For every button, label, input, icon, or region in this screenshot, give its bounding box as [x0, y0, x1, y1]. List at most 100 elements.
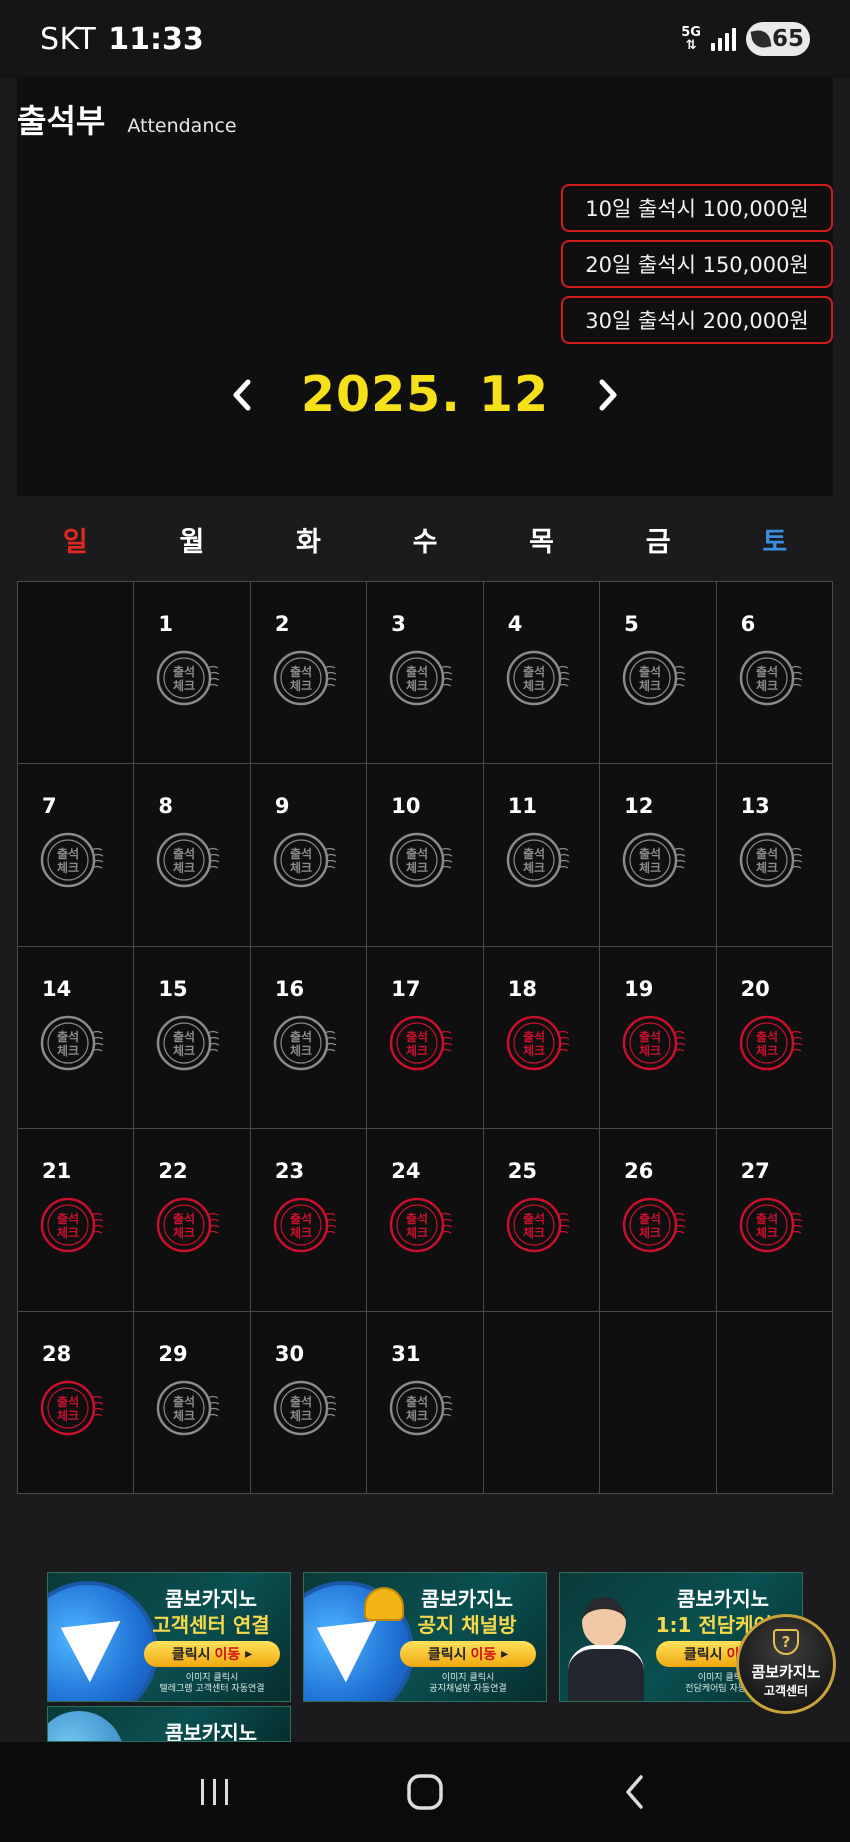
svg-text:출석: 출석: [173, 1029, 195, 1044]
day-number: 26: [624, 1159, 654, 1184]
calendar-day-5: 5 출석 체크: [600, 582, 717, 765]
current-month: 2025. 12: [300, 366, 550, 423]
prev-month-button[interactable]: [225, 378, 259, 412]
svg-text:출석: 출석: [57, 1394, 79, 1409]
calendar-day-27: 27 출석 체크: [716, 1129, 833, 1312]
calendar-day-18: 18 출석 체크: [483, 946, 601, 1130]
calendar-empty-cell: [600, 1311, 717, 1494]
svg-text:출석: 출석: [173, 1211, 195, 1226]
svg-text:출석: 출석: [406, 846, 428, 861]
banner-note: 이미지 클릭시 공지채널방 자동연결: [429, 1673, 507, 1694]
shield-icon: ?: [773, 1629, 799, 1655]
day-number: 10: [391, 794, 421, 819]
banner-row: 콤보카지노 고객센터 연결 클릭시 이동 ▸ 이미지 클릭시 텔레그램 고객센터 자…: [47, 1572, 803, 1702]
banner-click-button[interactable]: 클릭시이동 ▸: [400, 1641, 536, 1667]
svg-text:체크: 체크: [523, 678, 545, 693]
chevron-right-icon: [599, 379, 617, 410]
day-number: 20: [740, 976, 770, 1001]
svg-text:체크: 체크: [173, 1408, 195, 1423]
svg-text:체크: 체크: [406, 678, 428, 693]
cs-badge-brand: 콤보카지노: [751, 1663, 821, 1681]
recent-apps-button[interactable]: [185, 1762, 245, 1822]
svg-text:체크: 체크: [406, 860, 428, 875]
battery-icon: 65: [745, 22, 810, 56]
customer-center-floating-button[interactable]: ? 콤보카지노 고객센터: [736, 1614, 836, 1714]
day-number: 3: [391, 612, 406, 636]
banner-partial[interactable]: 콤보카지노: [47, 1706, 291, 1742]
svg-text:출석: 출석: [173, 1394, 195, 1409]
svg-text:출석: 출석: [290, 1029, 312, 1044]
calendar-day-28: 28 출석 체크: [18, 1311, 135, 1494]
reward-10-days: 10일 출석시 100,000원: [561, 184, 833, 232]
svg-text:출석: 출석: [406, 664, 428, 679]
weekday-fri: 금: [645, 526, 671, 558]
svg-text:체크: 체크: [406, 1408, 428, 1423]
attendance-stamp-icon: 출석체크: [157, 1015, 220, 1071]
banner-notice-channel[interactable]: 콤보카지노 공지 채널방 클릭시 이동 ▸ 이미지 클릭시 공지채널방 자동연결: [303, 1572, 547, 1702]
day-number: 18: [507, 976, 537, 1001]
svg-text:체크: 체크: [523, 1225, 545, 1240]
chevron-left-icon: [233, 379, 251, 410]
attendance-stamp-checked-icon: 출석체크: [40, 1380, 104, 1435]
status-icons: 5G ⇅ 65: [681, 22, 810, 56]
home-button[interactable]: [395, 1762, 455, 1822]
svg-text:출석: 출석: [523, 1029, 545, 1044]
calendar-day-1: 1 출석 체크: [134, 582, 251, 765]
day-number: 14: [42, 976, 72, 1001]
day-number: 27: [740, 1159, 770, 1184]
banner-title: 콤보카지노: [165, 1587, 257, 1611]
calendar-day-22: 22 출석 체크: [134, 1129, 251, 1312]
attendance-stamp-checked-icon: 출석체크: [390, 1015, 453, 1071]
banner-customer-center[interactable]: 콤보카지노 고객센터 연결 클릭시 이동 ▸ 이미지 클릭시 텔레그램 고객센터 자…: [47, 1572, 291, 1702]
svg-text:체크: 체크: [57, 1408, 79, 1423]
clock: 11:33: [108, 21, 204, 57]
attendance-stamp-icon: 출석체크: [390, 833, 453, 888]
attendance-stamp-icon: 출석체크: [506, 833, 570, 888]
attendance-stamp-checked-icon: 출석체크: [506, 1015, 570, 1071]
network-5g-icon: 5G ⇅: [681, 25, 701, 53]
svg-text:출석: 출석: [639, 1029, 661, 1044]
banner-click-button[interactable]: 클릭시이동 ▸: [144, 1641, 280, 1667]
day-number: 23: [274, 1159, 305, 1184]
reward-30-days: 30일 출석시 200,000원: [561, 296, 833, 344]
svg-text:출석: 출석: [523, 664, 545, 679]
day-number: 12: [624, 794, 654, 819]
banner-area: 콤보카지노 고객센터 연결 클릭시 이동 ▸ 이미지 클릭시 텔레그램 고객센터 자…: [17, 1522, 833, 1742]
weekday-sat: 토: [762, 526, 788, 558]
svg-text:체크: 체크: [523, 860, 545, 875]
calendar-day-23: 23 출석 체크: [250, 1129, 368, 1312]
back-button[interactable]: [605, 1762, 665, 1822]
svg-text:체크: 체크: [290, 1043, 312, 1058]
day-number: 29: [158, 1341, 188, 1366]
calendar-day-7: 7 출석 체크: [18, 764, 135, 947]
day-number: 5: [624, 612, 639, 636]
svg-text:체크: 체크: [639, 860, 661, 875]
calendar-day-20: 20 출석 체크: [716, 946, 833, 1130]
day-number: 7: [42, 794, 57, 819]
weekday-mon: 월: [179, 526, 205, 558]
attendance-stamp-checked-icon: 출석체크: [739, 1197, 802, 1253]
day-number: 19: [624, 976, 654, 1001]
calendar-day-11: 11 출석 체크: [483, 764, 601, 947]
calendar-day-26: 26 출석 체크: [600, 1129, 717, 1312]
attendance-stamp-icon: 출석체크: [40, 1015, 104, 1071]
attendance-stamp-icon: 출석체크: [390, 1380, 453, 1435]
calendar-day-30: 30 출석 체크: [250, 1311, 368, 1494]
svg-text:체크: 체크: [173, 860, 195, 875]
svg-text:체크: 체크: [406, 1043, 428, 1058]
day-number: 28: [42, 1341, 72, 1366]
weekday-header: 일 월 화 수 목 금 토: [17, 497, 833, 581]
day-number: 17: [391, 976, 421, 1001]
next-month-button[interactable]: [591, 378, 625, 412]
calendar-day-25: 25 출석 체크: [483, 1129, 601, 1312]
attendance-stamp-icon: 출석체크: [40, 833, 104, 888]
banner-note: 이미지 클릭시 텔레그램 고객센터 자동연결: [159, 1673, 265, 1694]
svg-text:출석: 출석: [406, 1211, 428, 1226]
day-number: 8: [158, 794, 174, 819]
calendar-day-14: 14 출석 체크: [18, 946, 135, 1130]
day-number: 1: [158, 612, 174, 636]
svg-text:체크: 체크: [639, 1043, 661, 1058]
svg-text:출석: 출석: [756, 846, 778, 861]
calendar-empty-cell: [716, 1311, 833, 1494]
attendance-stamp-checked-icon: 출석체크: [506, 1197, 570, 1253]
